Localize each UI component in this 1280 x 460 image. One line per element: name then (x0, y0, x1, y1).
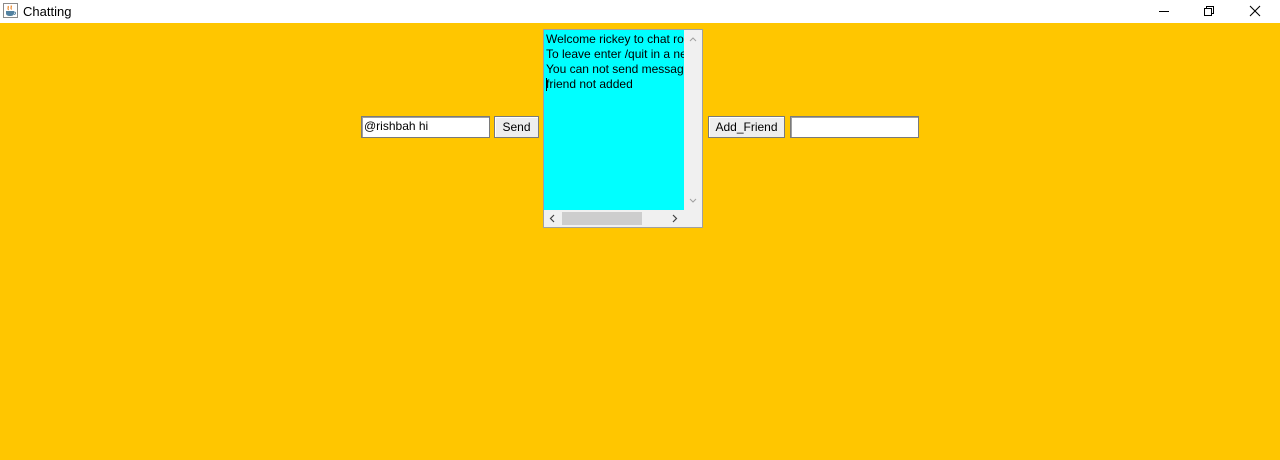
chat-line: To leave enter /quit in a new line (546, 47, 684, 61)
close-icon (1249, 5, 1261, 17)
scrollbar-thumb[interactable] (562, 212, 642, 225)
minimize-button[interactable] (1141, 0, 1187, 23)
message-input[interactable]: @rishbah hi (361, 116, 490, 138)
maximize-button[interactable] (1186, 0, 1232, 23)
java-cup-icon (3, 3, 18, 18)
scroll-left-icon[interactable] (549, 214, 555, 223)
add-friend-button[interactable]: Add_Friend (708, 116, 785, 138)
content-panel: @rishbah hi Send Welcome rickey to chat … (0, 23, 1280, 460)
scroll-right-icon[interactable] (672, 214, 678, 223)
chat-scroll-pane: Welcome rickey to chat room To leave ent… (543, 29, 703, 228)
horizontal-scrollbar[interactable] (544, 210, 684, 227)
chat-text-area[interactable]: Welcome rickey to chat room To leave ent… (544, 30, 684, 210)
scroll-down-icon[interactable] (689, 198, 697, 204)
text-caret (546, 78, 547, 91)
friend-name-input[interactable] (790, 116, 919, 138)
send-button[interactable]: Send (494, 116, 539, 138)
vertical-scrollbar[interactable] (684, 30, 702, 210)
close-button[interactable] (1232, 0, 1278, 23)
chat-line: You can not send message (546, 62, 684, 76)
scroll-corner (684, 210, 702, 227)
chat-window: Chatting @rishbah hi Send Welcome rickey… (0, 0, 1280, 460)
minimize-icon (1159, 11, 1169, 12)
chat-lines: Welcome rickey to chat room To leave ent… (546, 32, 684, 92)
window-title: Chatting (23, 4, 72, 19)
title-bar[interactable]: Chatting (0, 0, 1280, 23)
restore-icon (1204, 6, 1214, 16)
chat-line: Welcome rickey to chat room (546, 32, 684, 46)
chat-line: friend not added (546, 77, 633, 91)
scroll-up-icon[interactable] (689, 36, 697, 42)
